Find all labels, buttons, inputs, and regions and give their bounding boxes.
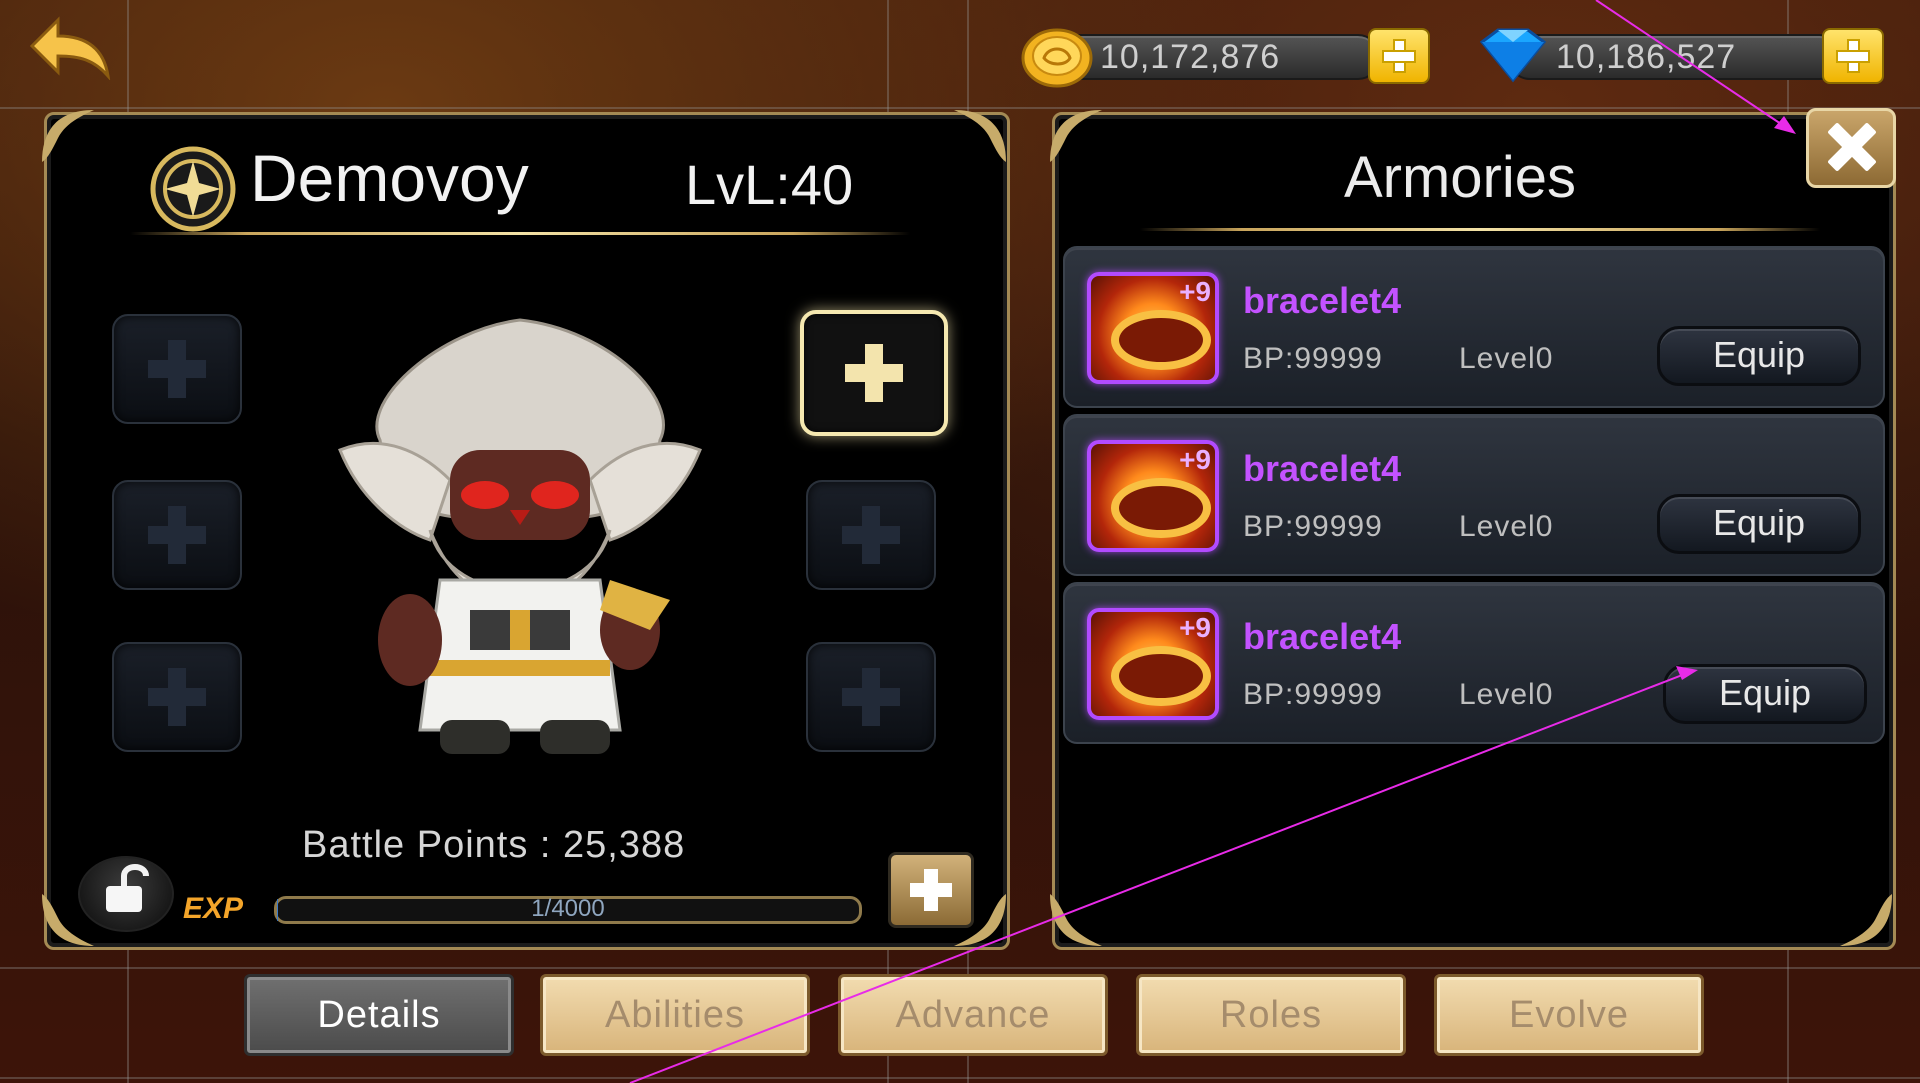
annotation-arrowhead	[1774, 116, 1796, 134]
annotation-line	[629, 671, 1691, 1083]
annotation-arrowhead	[1676, 666, 1698, 680]
annotation-overlay	[629, 0, 1796, 1083]
annotation-line	[1595, 0, 1791, 131]
